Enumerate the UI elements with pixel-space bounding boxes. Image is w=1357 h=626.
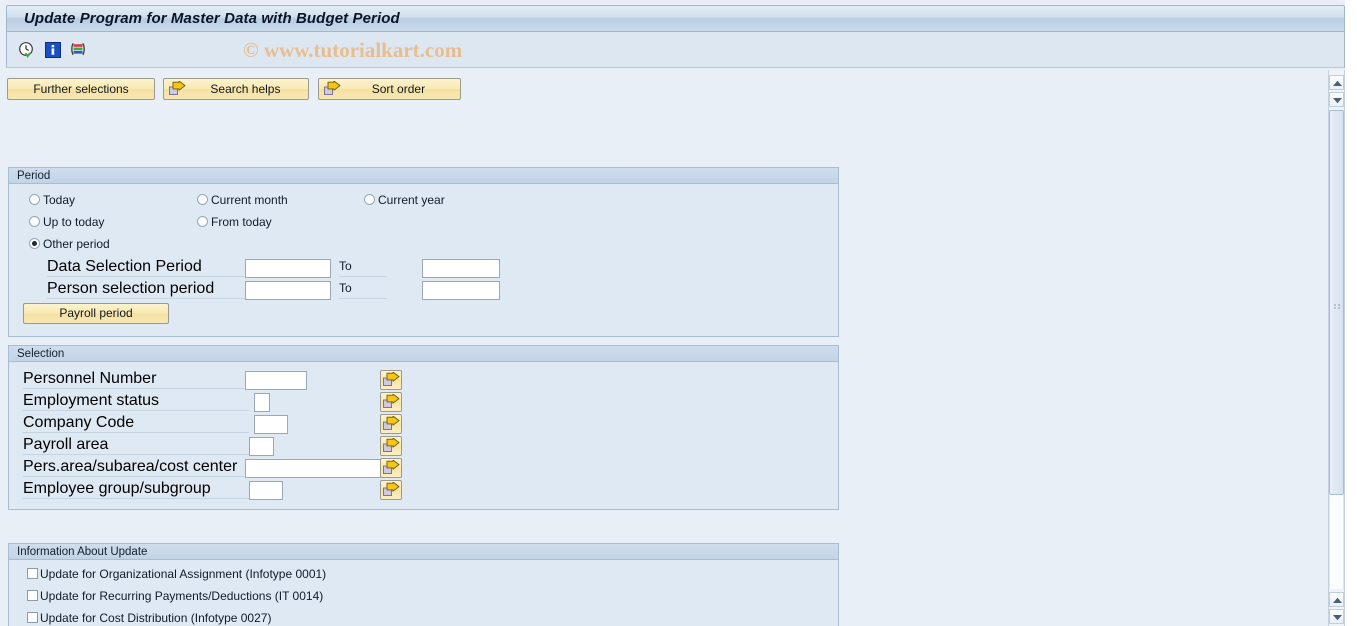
- checkbox-org-assignment-label: Update for Organizational Assignment (In…: [40, 567, 327, 581]
- person-selection-period-to-input[interactable]: [422, 281, 500, 300]
- scroll-up-icon[interactable]: [1329, 75, 1344, 90]
- checkbox-row-recurring-payments[interactable]: Update for Recurring Payments/Deductions…: [27, 589, 323, 603]
- site-watermark: © www.tutorialkart.com: [243, 38, 463, 62]
- radio-indicator[interactable]: [29, 194, 40, 205]
- pers-area-subarea-cost-center-input[interactable]: [245, 459, 385, 478]
- radio-other-period-label: Other period: [43, 237, 110, 251]
- right-margin: [1345, 0, 1357, 626]
- scrollbar-thumb[interactable]: [1329, 110, 1344, 495]
- radio-current-month-label: Current month: [211, 193, 288, 207]
- radio-from-today-label: From today: [211, 215, 272, 229]
- sort-order-button[interactable]: Sort order: [317, 78, 461, 100]
- employee-group-multiple-selection-button[interactable]: [380, 480, 402, 500]
- sap-selection-screen: Update Program for Master Data with Budg…: [0, 0, 1357, 626]
- company-code-label: Company Code: [23, 414, 249, 433]
- payroll-period-button[interactable]: Payroll period: [23, 303, 169, 324]
- window-title-bar: Update Program for Master Data with Budg…: [6, 5, 1345, 32]
- personnel-number-input[interactable]: [245, 371, 307, 390]
- information-about-update-panel: Information About Update Update for Orga…: [8, 543, 839, 626]
- radio-up-to-today-label: Up to today: [43, 215, 105, 229]
- employee-group-subgroup-input[interactable]: [249, 481, 283, 500]
- employee-group-subgroup-label: Employee group/subgroup: [23, 480, 249, 499]
- radio-today-label: Today: [43, 193, 76, 207]
- pers-area-subarea-cost-center-label: Pers.area/subarea/cost center: [23, 458, 249, 477]
- period-panel: Period Today Current month Current year …: [8, 167, 839, 337]
- checkbox-indicator[interactable]: [27, 612, 38, 623]
- information-panel-legend: Information About Update: [9, 544, 838, 560]
- person-selection-period-to-label: To: [339, 280, 387, 299]
- person-selection-period-from-input[interactable]: [245, 281, 331, 300]
- information-icon[interactable]: [44, 41, 62, 59]
- company-code-multiple-selection-button[interactable]: [380, 414, 402, 434]
- radio-up-to-today[interactable]: Up to today: [29, 215, 104, 229]
- checkbox-indicator[interactable]: [27, 590, 38, 601]
- checkbox-row-cost-distribution[interactable]: Update for Cost Distribution (Infotype 0…: [27, 611, 271, 625]
- scroll-down-icon[interactable]: [1329, 92, 1344, 107]
- vertical-scrollbar[interactable]: [1328, 70, 1345, 626]
- further-selections-button[interactable]: Further selections: [7, 78, 155, 100]
- scrollbar-grip-icon: [1334, 298, 1341, 309]
- variant-icon[interactable]: [69, 41, 87, 59]
- radio-indicator[interactable]: [197, 194, 208, 205]
- payroll-area-multiple-selection-button[interactable]: [380, 436, 402, 456]
- checkbox-recurring-payments-label: Update for Recurring Payments/Deductions…: [40, 589, 324, 603]
- scroll-up-bottom-icon[interactable]: [1329, 592, 1344, 607]
- radio-indicator[interactable]: [29, 216, 40, 227]
- checkbox-row-org-assignment[interactable]: Update for Organizational Assignment (In…: [27, 567, 326, 581]
- radio-current-year[interactable]: Current year: [364, 193, 445, 207]
- radio-today[interactable]: Today: [29, 193, 75, 207]
- execute-clock-icon[interactable]: [18, 41, 36, 59]
- radio-current-year-label: Current year: [378, 193, 445, 207]
- person-selection-period-label: Person selection period: [47, 280, 253, 299]
- data-selection-period-from-input[interactable]: [245, 259, 331, 278]
- period-panel-legend: Period: [9, 168, 838, 184]
- data-selection-period-to-input[interactable]: [422, 259, 500, 278]
- radio-indicator[interactable]: [364, 194, 375, 205]
- personnel-number-label: Personnel Number: [23, 370, 249, 389]
- action-button-row: Further selections Search helps Sort ord…: [7, 78, 461, 100]
- search-helps-button[interactable]: Search helps: [163, 78, 310, 100]
- radio-current-month[interactable]: Current month: [197, 193, 288, 207]
- employment-status-label: Employment status: [23, 392, 249, 411]
- radio-indicator[interactable]: [197, 216, 208, 227]
- checkbox-indicator[interactable]: [27, 568, 38, 579]
- page-title: Update Program for Master Data with Budg…: [24, 10, 400, 27]
- selection-screen-content: Further selections Search helps Sort ord…: [0, 68, 1322, 626]
- application-toolbar: [6, 32, 1345, 68]
- radio-from-today[interactable]: From today: [197, 215, 272, 229]
- payroll-period-label: Payroll period: [59, 306, 133, 320]
- payroll-area-input[interactable]: [249, 437, 274, 456]
- scrollbar-track[interactable]: [1329, 495, 1344, 589]
- radio-other-period[interactable]: Other period: [29, 237, 110, 251]
- checkbox-cost-distribution-label: Update for Cost Distribution (Infotype 0…: [40, 611, 272, 625]
- data-selection-period-to-label: To: [339, 258, 387, 277]
- personnel-number-multiple-selection-button[interactable]: [380, 370, 402, 390]
- pers-area-multiple-selection-button[interactable]: [380, 458, 402, 478]
- arrow-icon: [169, 80, 186, 97]
- scroll-down-bottom-icon[interactable]: [1329, 609, 1344, 624]
- arrow-icon: [323, 80, 341, 97]
- radio-indicator[interactable]: [29, 238, 40, 249]
- employment-status-input[interactable]: [254, 393, 270, 412]
- employment-status-multiple-selection-button[interactable]: [380, 392, 402, 412]
- company-code-input[interactable]: [254, 415, 288, 434]
- payroll-area-label: Payroll area: [23, 436, 249, 455]
- selection-panel: Selection Personnel Number Employment st…: [8, 345, 839, 510]
- selection-panel-legend: Selection: [9, 346, 838, 362]
- data-selection-period-label: Data Selection Period: [47, 258, 253, 277]
- further-selections-label: Further selections: [33, 82, 129, 96]
